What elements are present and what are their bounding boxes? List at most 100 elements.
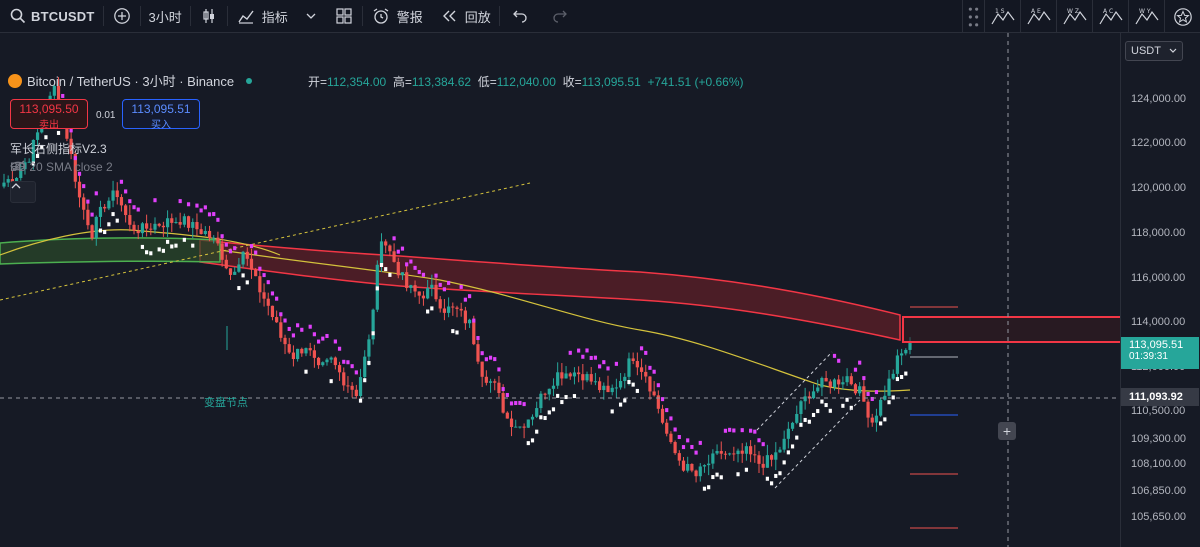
- channel-line-upper[interactable]: [756, 351, 833, 431]
- trailing-stop-dot: [182, 237, 186, 242]
- trailing-stop-dot: [719, 475, 723, 480]
- pattern-tool-1[interactable]: 1 S: [984, 0, 1020, 33]
- trailing-stop-dot: [518, 400, 522, 405]
- trailing-stop-dot: [698, 440, 702, 445]
- trailing-stop-dot: [128, 199, 132, 204]
- low-value: 112,040.00: [496, 75, 556, 89]
- redo-button[interactable]: [540, 0, 580, 33]
- candle-body: [346, 385, 350, 387]
- candle-body: [769, 455, 774, 460]
- price-axis[interactable]: USDT 124,000.00 122,000.00 120,000.00 11…: [1120, 33, 1200, 547]
- collapse-legend-button[interactable]: [10, 181, 36, 203]
- candle-body: [241, 251, 245, 265]
- pattern-tool-2[interactable]: A E: [1020, 0, 1056, 33]
- crosshair-price: 111,093.92: [1129, 391, 1183, 403]
- candle-body: [484, 376, 488, 383]
- candle-body: [270, 305, 275, 318]
- interval-button[interactable]: 3小时: [141, 0, 190, 33]
- candle-body: [405, 272, 409, 288]
- trailing-stop-dot: [505, 392, 509, 397]
- favorites-button[interactable]: [1164, 0, 1200, 33]
- candle-body: [665, 422, 669, 434]
- trailing-stop-dot: [103, 230, 107, 235]
- add-symbol-button[interactable]: [104, 0, 140, 33]
- trailing-stop-dot: [862, 376, 866, 381]
- candle-body: [774, 452, 778, 460]
- trailing-stop-dot: [426, 309, 430, 314]
- trailing-stop-dot: [631, 382, 635, 387]
- trailing-stop-dot: [723, 428, 728, 433]
- trailing-stop-dot: [522, 402, 526, 407]
- candle-body: [275, 317, 279, 323]
- candle-body: [400, 272, 405, 276]
- candle-body: [740, 450, 744, 454]
- trailing-stop-dot: [430, 306, 434, 311]
- candle-body: [86, 209, 90, 226]
- trailing-stop-dot: [774, 473, 778, 478]
- candle-body: [753, 454, 757, 456]
- indicator-1-label[interactable]: 军长右侧指标V2.3: [10, 140, 107, 157]
- indicator-2-row[interactable]: BB 20 SMA close 2: [10, 160, 121, 174]
- candle-body: [900, 353, 904, 356]
- trailing-stop-dot: [358, 398, 363, 403]
- buy-button[interactable]: 113,095.51 买入: [122, 99, 200, 131]
- trailing-stop-dot: [736, 472, 740, 477]
- candle-body: [245, 251, 249, 259]
- candle-body: [283, 337, 287, 345]
- candle-body: [639, 367, 644, 372]
- indicators-dropdown[interactable]: [296, 0, 326, 33]
- trailing-stop-dot: [526, 441, 530, 446]
- candle-body: [128, 215, 132, 225]
- trailing-stop-dot: [618, 402, 623, 407]
- layouts-button[interactable]: [326, 0, 362, 33]
- trailing-stop-dot: [241, 273, 245, 278]
- pattern-tool-5[interactable]: W Y: [1128, 0, 1164, 33]
- price-level: 114,000.00: [1131, 316, 1186, 328]
- symbol-name: BTCUSDT: [31, 8, 95, 24]
- trailing-stop-dot: [140, 244, 145, 249]
- right-toolbar: 1 S A E W Z A C W Y: [962, 0, 1200, 33]
- candle-body: [530, 416, 535, 420]
- symbol-search[interactable]: BTCUSDT: [0, 0, 103, 33]
- candle-body: [870, 417, 874, 423]
- trailing-stop-dot: [279, 312, 283, 317]
- candle-body: [627, 358, 631, 377]
- add-crosshair-plus-icon[interactable]: +: [998, 422, 1016, 440]
- candle-body: [161, 225, 165, 228]
- sell-button[interactable]: 113,095.50 卖出: [10, 99, 88, 131]
- trailing-stop-dot: [690, 444, 694, 449]
- channel-line-lower[interactable]: [774, 399, 861, 489]
- indicators-button[interactable]: 指标: [228, 0, 296, 33]
- candle-body: [535, 408, 539, 417]
- candle-body: [715, 451, 719, 454]
- trailing-stop-dot: [178, 199, 182, 204]
- candle-body: [287, 344, 291, 353]
- chart-type-button[interactable]: [191, 0, 227, 33]
- pattern-tool-4[interactable]: A C: [1092, 0, 1128, 33]
- resistance-box[interactable]: [902, 316, 1120, 343]
- drag-handle[interactable]: [962, 0, 984, 33]
- candle-body: [581, 374, 585, 381]
- market-open-dot-icon: [246, 77, 253, 84]
- chart-pane[interactable]: Bitcoin / TetherUS · 3小时 · Binance 开=112…: [0, 33, 1120, 547]
- pattern-tool-3[interactable]: W Z: [1056, 0, 1092, 33]
- symbol-title[interactable]: Bitcoin / TetherUS · 3小时 · Binance: [27, 71, 234, 90]
- alert-button[interactable]: 警报: [363, 0, 431, 33]
- trailing-stop-dot: [283, 318, 287, 323]
- currency-select[interactable]: USDT: [1125, 41, 1183, 61]
- trailing-stop-dot: [405, 262, 409, 267]
- candle-body: [564, 373, 568, 379]
- candle-body: [497, 382, 501, 394]
- trailing-stop-dot: [627, 380, 631, 385]
- candle-body: [543, 393, 547, 395]
- candle-body: [677, 453, 681, 461]
- candle-body: [853, 384, 858, 394]
- trailing-stop-dot: [598, 364, 602, 369]
- candle-body: [589, 374, 593, 382]
- undo-button[interactable]: [500, 0, 540, 33]
- indicators-label: 指标: [261, 9, 288, 25]
- trailing-stop-dot: [346, 360, 350, 365]
- trailing-stop-dot: [782, 460, 786, 465]
- replay-button[interactable]: 回放: [431, 0, 499, 33]
- trailing-stop-dot: [82, 184, 86, 189]
